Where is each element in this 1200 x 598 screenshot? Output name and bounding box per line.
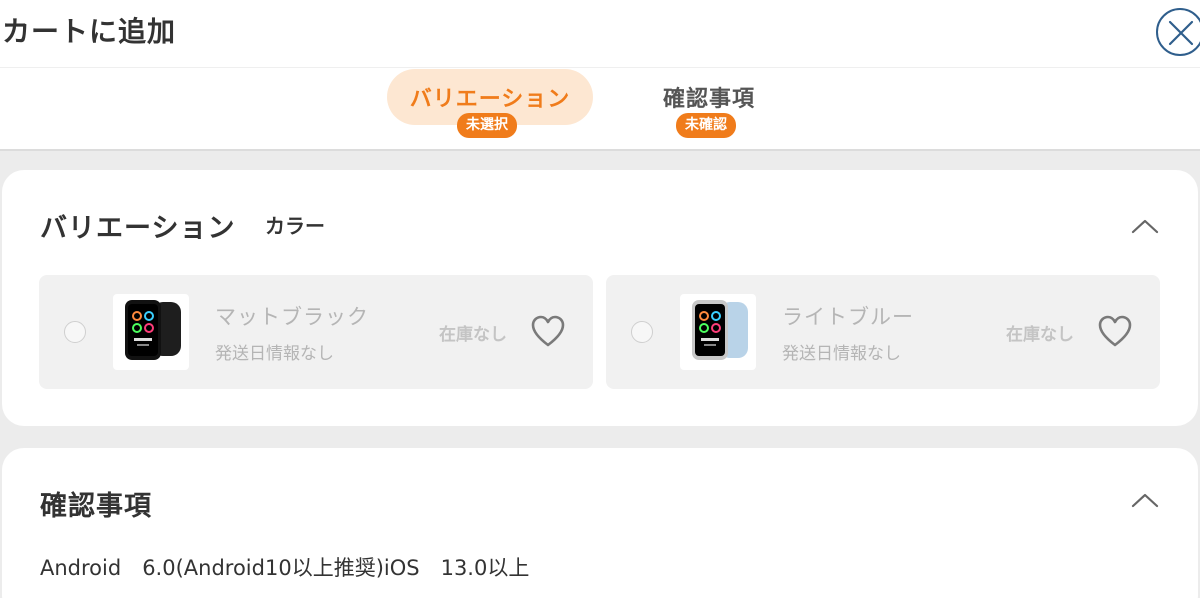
chevron-up-icon[interactable] — [1130, 490, 1160, 510]
heart-icon[interactable] — [1097, 315, 1133, 349]
variant-radio[interactable] — [64, 321, 86, 343]
tab-variation-badge: 未選択 — [457, 113, 517, 138]
confirm-card: 確認事項 Android 6.0(Android10以上推奨)iOS 13.0以… — [2, 448, 1198, 598]
variant-name: マットブラック — [215, 305, 369, 329]
tab-confirm-label: 確認事項 — [662, 87, 755, 112]
product-thumbnail — [113, 294, 189, 370]
variation-subheading: カラー — [265, 214, 325, 238]
product-thumbnail — [680, 294, 756, 370]
variant-option-matte-black[interactable]: マットブラック 発送日情報なし 在庫なし — [39, 275, 593, 389]
variant-shipping: 発送日情報なし — [215, 344, 334, 364]
step-tabs: バリエーション 未選択 確認事項 未確認 — [0, 68, 1200, 151]
tab-confirm-badge: 未確認 — [676, 113, 736, 138]
variant-stock-status: 在庫なし — [439, 325, 507, 345]
heart-icon[interactable] — [530, 315, 566, 349]
variant-option-light-blue[interactable]: ライトブルー 発送日情報なし 在庫なし — [606, 275, 1160, 389]
tab-variation-label: バリエーション — [409, 87, 571, 112]
tab-confirm[interactable]: 確認事項 未確認 — [606, 69, 812, 138]
tab-variation[interactable]: バリエーション 未選択 — [387, 69, 593, 138]
compatibility-spec: Android 6.0(Android10以上推奨)iOS 13.0以上 — [40, 556, 530, 580]
variant-radio[interactable] — [631, 321, 653, 343]
close-button[interactable] — [1156, 8, 1200, 56]
variation-heading: バリエーション — [40, 213, 236, 244]
header: カートに追加 — [0, 0, 1200, 68]
variation-card: バリエーション カラー マットブラック 発送日情報なし 在庫なし ライトブルー … — [2, 170, 1198, 426]
page-title: カートに追加 — [2, 15, 177, 48]
variant-shipping: 発送日情報なし — [782, 344, 901, 364]
close-icon — [1168, 20, 1194, 46]
variant-stock-status: 在庫なし — [1006, 325, 1074, 345]
confirm-heading: 確認事項 — [40, 491, 152, 522]
variant-name: ライトブルー — [782, 305, 914, 329]
chevron-up-icon[interactable] — [1130, 216, 1160, 236]
